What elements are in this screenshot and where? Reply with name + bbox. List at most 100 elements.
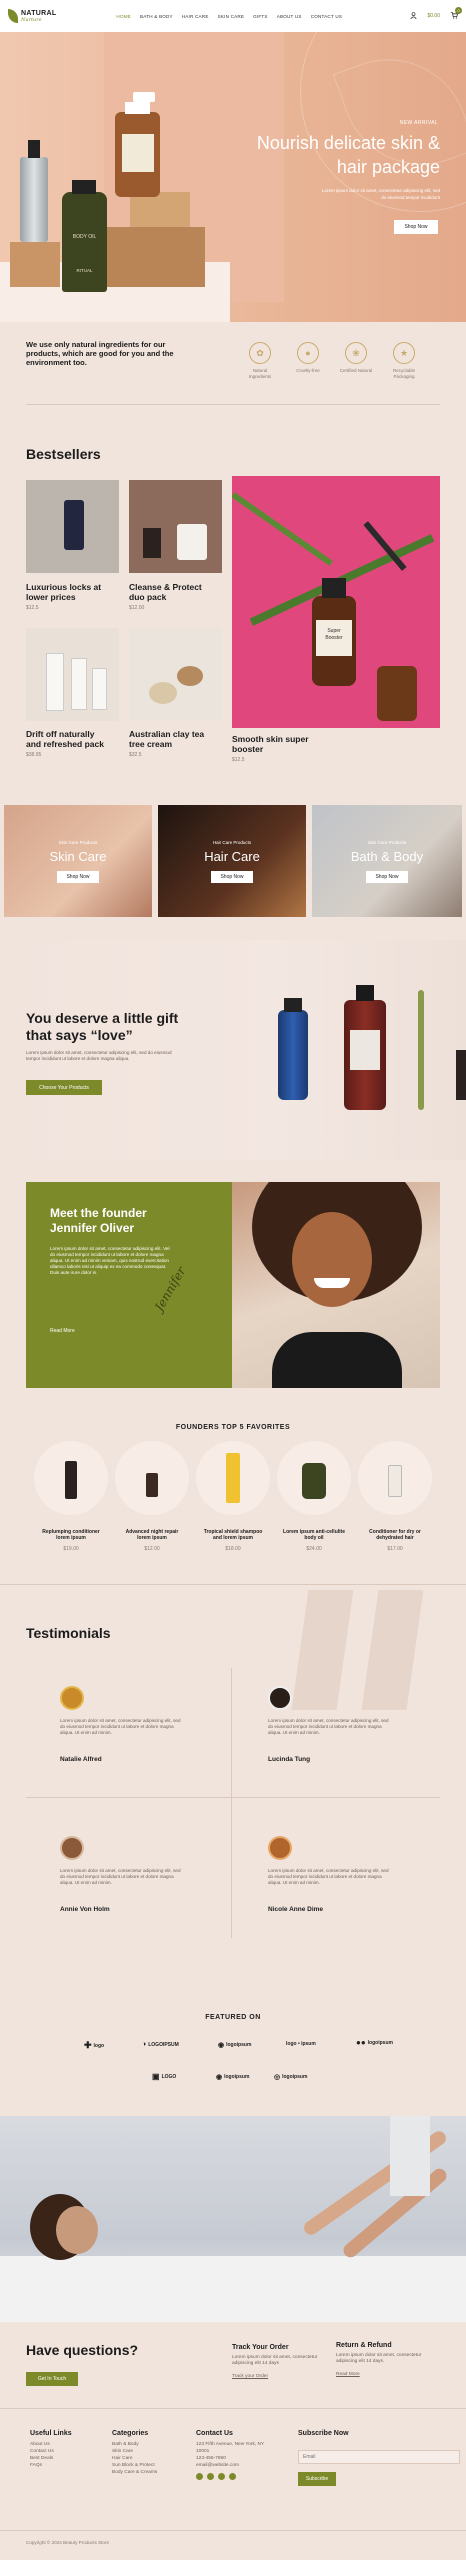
partial-bottle: [456, 1050, 466, 1100]
category-shop-button[interactable]: Shop Now: [57, 871, 99, 883]
nav-gifts[interactable]: GIFTS: [253, 14, 268, 19]
footer-link[interactable]: Body Care & Creams: [112, 2469, 157, 2476]
twitter-icon[interactable]: [207, 2473, 214, 2480]
category-skin-care[interactable]: Skin Care Products Skin Care Shop Now: [4, 805, 152, 917]
product-name-line: lower prices: [26, 592, 76, 602]
instagram-icon[interactable]: [229, 2473, 236, 2480]
favorite-title[interactable]: Replumping conditioner lorem ipsum: [26, 1529, 116, 1541]
testimonial-name: Annie Von Holm: [60, 1906, 110, 1913]
product-title[interactable]: Smooth skin super booster: [232, 734, 372, 754]
favorite-title[interactable]: Lorem ipsum anti-cellulite body oil: [269, 1529, 359, 1541]
wood-block: [10, 242, 60, 287]
read-more-link[interactable]: Read More: [50, 1328, 75, 1334]
founder-card: Meet the founder Jennifer Oliver Lorem i…: [26, 1182, 232, 1388]
main-nav: HOME BATH & BODY HAIR CARE SKIN CARE GIF…: [116, 14, 342, 19]
nav-about-us[interactable]: ABOUT US: [277, 14, 302, 19]
product-image[interactable]: [26, 628, 119, 721]
product-title[interactable]: Australian clay tea tree cream: [129, 729, 229, 749]
product-image[interactable]: [129, 480, 222, 573]
contact-email[interactable]: email@website.com: [196, 2462, 264, 2469]
product-price: $12.00: [129, 605, 145, 611]
favorite-name-line: and lorem ipsum: [212, 1535, 253, 1541]
choose-products-button[interactable]: Choose Your Products: [26, 1080, 102, 1095]
category-kicker: Skin Care Products: [367, 840, 407, 845]
testimonial-name: Nicole Anne Dime: [268, 1906, 324, 1913]
favorite-name-line: dehydrated hair: [376, 1535, 414, 1541]
product-image[interactable]: [129, 628, 222, 721]
nav-bath-body[interactable]: BATH & BODY: [140, 14, 173, 19]
bottle-label: BODY OIL: [72, 234, 97, 240]
founder-smile: [314, 1278, 350, 1288]
nav-skin-care[interactable]: SKIN CARE: [218, 14, 245, 19]
favorite-product-image[interactable]: [115, 1441, 189, 1515]
favorite-price: $12.00: [144, 1546, 160, 1552]
category-shop-button[interactable]: Shop Now: [366, 871, 408, 883]
hero-banner: BODY OIL RITUAL NEW ARRIVAL Nourish deli…: [0, 32, 466, 322]
bottle-cap: [28, 140, 40, 158]
product-title[interactable]: Drift off naturally and refreshed pack: [26, 729, 126, 749]
favorite-title[interactable]: Conditioner for dry or dehydrated hair: [350, 1529, 440, 1541]
footer-link[interactable]: Skin Care: [112, 2448, 157, 2455]
cart-icon[interactable]: 0: [450, 7, 462, 21]
nav-hair-care[interactable]: HAIR CARE: [182, 14, 209, 19]
favorite-title[interactable]: Advanced night repair lorem ipsum: [107, 1529, 197, 1541]
get-in-touch-button[interactable]: Get In Touch: [26, 2372, 78, 2386]
testimonial-quote: Lorem ipsum dolor sit amet, consectetur …: [268, 1868, 428, 1886]
favorite-title[interactable]: Tropical shield shampoo and lorem ipsum: [188, 1529, 278, 1541]
youtube-icon[interactable]: [218, 2473, 225, 2480]
footer-link[interactable]: Hair Care: [112, 2455, 157, 2462]
logo[interactable]: NATURAL Nurture: [8, 9, 56, 23]
footer-link[interactable]: Bath & Body: [112, 2441, 157, 2448]
nav-home[interactable]: HOME: [116, 14, 131, 19]
logo-main-text: NATURAL: [21, 9, 57, 17]
bottle-cap: [72, 180, 96, 194]
return-refund-block: Return & Refund Lorem ipsum dolor sit am…: [336, 2342, 421, 2378]
contact-phone[interactable]: 123-456-7890: [196, 2455, 264, 2462]
favorite-product-image[interactable]: [196, 1441, 270, 1515]
product-bottle: [64, 500, 84, 550]
user-icon[interactable]: [410, 11, 418, 21]
return-text-line: adipiscing elit 14 days.: [336, 2359, 385, 2364]
product-image[interactable]: [26, 480, 119, 573]
footer-link[interactable]: FAQs: [30, 2462, 72, 2469]
section-divider: [26, 404, 440, 405]
product-bottle: [143, 528, 161, 558]
category-kicker: Hair Care Products: [212, 840, 252, 845]
subscribe-button[interactable]: Subscribe: [298, 2472, 336, 2486]
cart-total[interactable]: $0.00: [427, 13, 440, 19]
brand-name: logo: [93, 2042, 105, 2049]
bulb-icon: ★: [393, 342, 415, 364]
bottle-cap: [284, 998, 302, 1012]
favorite-product-image[interactable]: [358, 1441, 432, 1515]
product-bottle: [388, 1465, 402, 1497]
hero-shop-now-button[interactable]: Shop Now: [394, 220, 438, 234]
feature-label: Ingredients: [248, 374, 272, 379]
footer-link[interactable]: Sun Block & Protect: [112, 2462, 157, 2469]
favorite-product-image[interactable]: [277, 1441, 351, 1515]
brand-logo: ✚ logo: [84, 2040, 105, 2050]
category-shop-button[interactable]: Shop Now: [211, 871, 253, 883]
pump-head: [133, 92, 155, 102]
product-image-large[interactable]: Super Booster: [232, 476, 440, 728]
footer-link[interactable]: Contact Us: [30, 2448, 72, 2455]
favorite-product-image[interactable]: [34, 1441, 108, 1515]
feature-label: Cruelty-free: [296, 368, 320, 373]
footer-link[interactable]: About Us: [30, 2441, 72, 2448]
intro-text: We use only natural ingredients for our …: [26, 340, 206, 367]
product-title[interactable]: Luxurious locks at lower prices: [26, 582, 126, 602]
founder-top: [272, 1332, 402, 1388]
return-title: Return & Refund: [336, 2342, 392, 2349]
nav-contact-us[interactable]: CONTACT US: [311, 14, 342, 19]
email-input[interactable]: [298, 2450, 460, 2464]
footer-link[interactable]: Best Deals: [30, 2455, 72, 2462]
category-hair-care[interactable]: Hair Care Products Hair Care Shop Now: [158, 805, 306, 917]
testimonial-quote: Lorem ipsum dolor sit amet, consectetur …: [60, 1868, 220, 1886]
return-read-more-link[interactable]: Read More: [336, 2371, 421, 2378]
category-bath-body[interactable]: Skin Care Products Bath & Body Shop Now: [312, 805, 462, 917]
product-price: $38.95: [26, 752, 42, 758]
product-title[interactable]: Cleanse & Protect duo pack: [129, 582, 229, 602]
facebook-icon[interactable]: [196, 2473, 203, 2480]
track-order-link[interactable]: Track your Order: [232, 2373, 317, 2380]
serum-bottle: Super Booster: [312, 596, 356, 686]
footer-useful-links: Useful Links About Us Contact Us Best De…: [30, 2430, 72, 2469]
